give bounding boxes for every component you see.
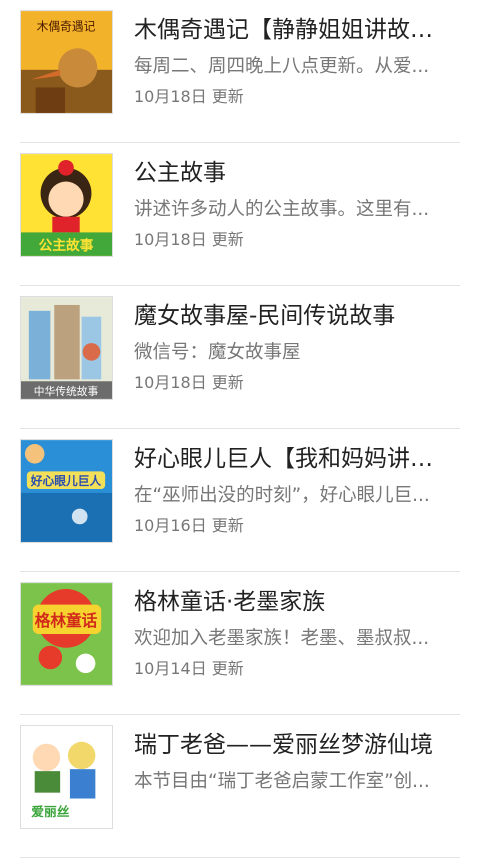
cover-art-2: 公主故事: [21, 154, 112, 256]
list-item[interactable]: 公主故事 公主故事 讲述许多动人的公主故事。这里有... 10月18日 更新: [20, 143, 460, 286]
item-title[interactable]: 瑞丁老爸——爱丽丝梦游仙境: [134, 729, 450, 761]
item-title[interactable]: 格林童话·老墨家族: [134, 586, 450, 618]
cover-art-6: 爱丽丝: [21, 726, 112, 828]
item-title[interactable]: 木偶奇遇记【静静姐姐讲故事】: [134, 14, 450, 46]
item-description: 微信号：魔女故事屋: [134, 342, 301, 363]
item-title[interactable]: 好心眼儿巨人【我和妈妈讲故...: [134, 443, 450, 475]
cover-text: 格林童话: [35, 611, 98, 630]
album-cover-image[interactable]: 木偶奇遇记: [20, 10, 113, 114]
album-cover-image[interactable]: 公主故事: [20, 153, 113, 257]
cover-art-1: 木偶奇遇记: [21, 11, 112, 113]
list-item[interactable]: 好心眼儿巨人 好心眼儿巨人【我和妈妈讲故... 在“巫师出没的时刻”，好心眼儿巨…: [20, 429, 460, 572]
item-description: 欢迎加入老墨家族！老墨、墨叔叔...: [134, 628, 430, 649]
item-date: 10月14日 更新: [134, 659, 244, 678]
cover-art-4: 好心眼儿巨人: [21, 440, 112, 542]
cover-text: 爱丽丝: [31, 804, 69, 819]
cover-text: 中华传统故事: [34, 385, 99, 398]
album-cover-image[interactable]: 格林童话: [20, 582, 113, 686]
album-cover-image[interactable]: 中华传统故事: [20, 296, 113, 400]
album-cover-image[interactable]: 爱丽丝: [20, 725, 113, 829]
item-description: 每周二、周四晚上八点更新。从爱...: [134, 56, 430, 77]
list-item[interactable]: 格林童话 格林童话·老墨家族 欢迎加入老墨家族！老墨、墨叔叔... 10月14日…: [20, 572, 460, 715]
cover-art-5: 格林童话: [21, 583, 112, 685]
album-cover-image[interactable]: 好心眼儿巨人: [20, 439, 113, 543]
item-title[interactable]: 魔女故事屋-民间传说故事: [134, 300, 450, 332]
item-date: 10月18日 更新: [134, 373, 244, 392]
item-date: 10月18日 更新: [134, 230, 244, 249]
album-list: 木偶奇遇记 木偶奇遇记【静静姐姐讲故事】 每周二、周四晚上八点更新。从爱... …: [0, 0, 480, 858]
item-title[interactable]: 公主故事: [134, 157, 450, 189]
item-date: 10月16日 更新: [134, 516, 244, 535]
cover-text: 木偶奇遇记: [37, 20, 96, 34]
cover-art-3: 中华传统故事: [21, 297, 112, 399]
list-item[interactable]: 爱丽丝 瑞丁老爸——爱丽丝梦游仙境 本节目由“瑞丁老爸启蒙工作室”创...: [20, 715, 460, 858]
item-description: 在“巫师出没的时刻”，好心眼儿巨...: [134, 485, 430, 506]
cover-text: 公主故事: [39, 237, 94, 254]
list-item[interactable]: 中华传统故事 魔女故事屋-民间传说故事 微信号：魔女故事屋 10月18日 更新: [20, 286, 460, 429]
item-description: 讲述许多动人的公主故事。这里有...: [134, 199, 430, 220]
cover-text: 好心眼儿巨人: [30, 474, 102, 488]
item-date: 10月18日 更新: [134, 87, 244, 106]
item-description: 本节目由“瑞丁老爸启蒙工作室”创...: [134, 771, 430, 792]
list-item[interactable]: 木偶奇遇记 木偶奇遇记【静静姐姐讲故事】 每周二、周四晚上八点更新。从爱... …: [20, 0, 460, 143]
